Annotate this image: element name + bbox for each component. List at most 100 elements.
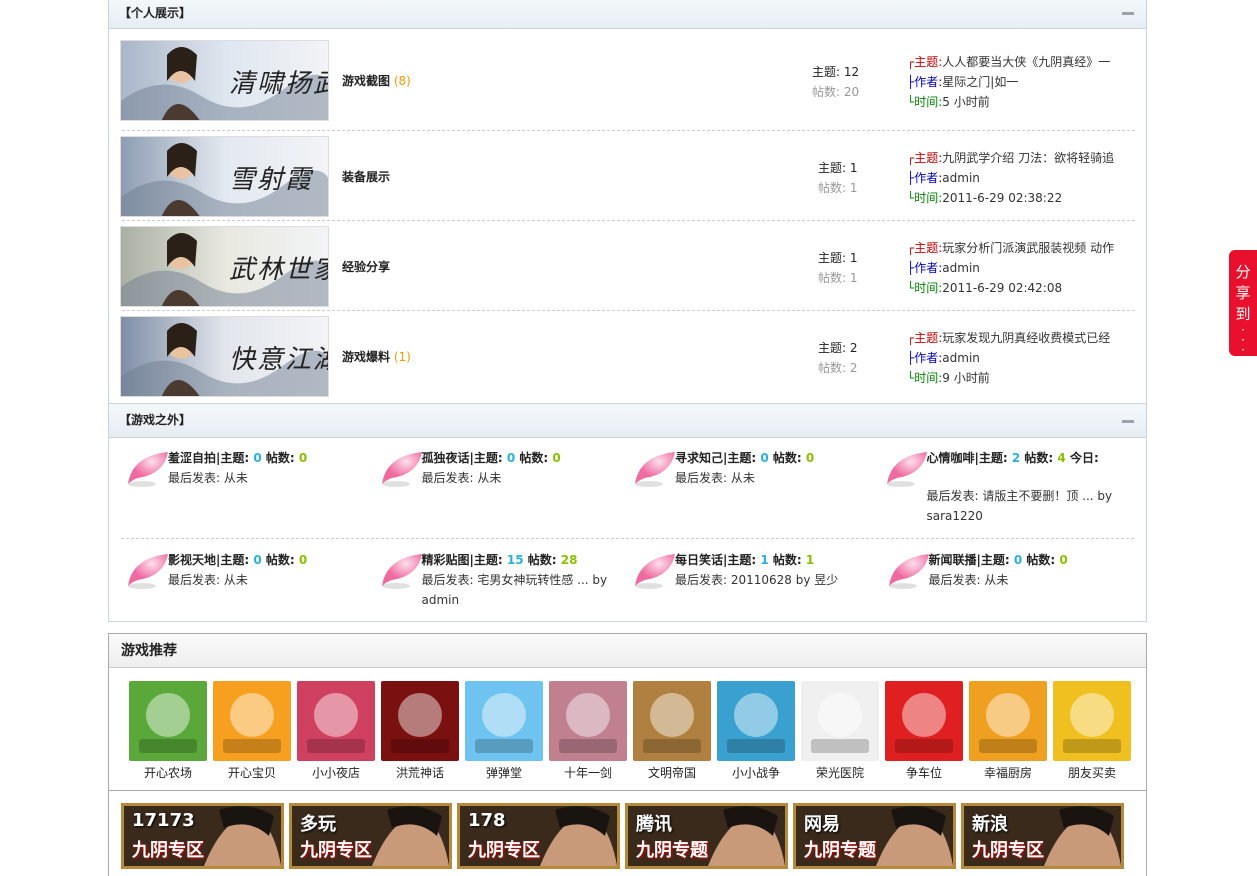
- topics-label: |主题:: [723, 553, 761, 567]
- board-grid: 羞涩自拍|主题: 0 帖数: 0 最后发表: 从未 孤独夜话|主题: 0 帖数: 0…: [109, 438, 1146, 621]
- friends-trade-icon[interactable]: [1053, 681, 1131, 761]
- game-label[interactable]: 文明帝国: [633, 764, 711, 781]
- bunny-icon[interactable]: [213, 681, 291, 761]
- forum-name-link[interactable]: 游戏爆料 (1): [342, 348, 411, 365]
- five-minutes-icon[interactable]: [129, 681, 207, 761]
- game-item[interactable]: 弹弹堂: [465, 681, 543, 781]
- forum-name-link[interactable]: 游戏截图 (8): [342, 72, 411, 89]
- zone-banner[interactable]: 网易 九阴专题: [793, 803, 956, 869]
- last-subject-value[interactable]: 人人都要当大侠《九阴真经》一: [942, 55, 1110, 69]
- zone-banner[interactable]: 178 九阴专区: [457, 803, 620, 869]
- petal-icon: [635, 554, 675, 589]
- ddt-icon[interactable]: [465, 681, 543, 761]
- game-item[interactable]: 开心宝贝: [213, 681, 291, 781]
- board-name-link[interactable]: 羞涩自拍: [168, 451, 216, 465]
- game-label[interactable]: 幸福厨房: [969, 764, 1047, 781]
- collapse-icon[interactable]: [1122, 12, 1134, 15]
- game-recommend-section: 游戏推荐 开心农场 开心宝贝 小小夜店 洪荒神话 弹弹堂 十年一剑 文明帝国 小小战争 荣光医院…: [108, 633, 1147, 791]
- board-name-link[interactable]: 新闻联播: [929, 553, 977, 567]
- topic-count: 0: [253, 451, 262, 465]
- last-post[interactable]: 最后发表: 从未: [422, 468, 622, 488]
- board-name-link[interactable]: 每日笑话: [675, 553, 723, 567]
- last-author-value[interactable]: admin: [942, 261, 980, 275]
- myth-icon[interactable]: [381, 681, 459, 761]
- last-post[interactable]: 最后发表: 从未: [929, 570, 1129, 590]
- forum-row: 雪射霞 装备展示 主题: 1 帖数: 1 ┌主题:九阴武学介绍 刀法：欲将轻骑追 ├作者:…: [120, 131, 1135, 221]
- game-label[interactable]: 朋友买卖: [1053, 764, 1131, 781]
- zone-title: 九阴专题: [636, 840, 708, 861]
- game-label[interactable]: 洪荒神话: [381, 764, 459, 781]
- parking-icon[interactable]: [885, 681, 963, 761]
- game-label[interactable]: 开心农场: [129, 764, 207, 781]
- share-button[interactable]: 分享到 · · ·: [1229, 250, 1257, 356]
- posts-label: 帖数:: [261, 451, 299, 465]
- zone-banner[interactable]: 17173 九阴专区: [121, 803, 284, 869]
- last-post[interactable]: 最后发表: 从未: [168, 570, 368, 590]
- forum-thumbnail[interactable]: 雪射霞: [120, 136, 329, 217]
- board-name-link[interactable]: 寻求知己: [675, 451, 723, 465]
- zone-title: 九阴专区: [972, 840, 1044, 861]
- petal-icon: [381, 554, 422, 589]
- zone-banner[interactable]: 新浪 九阴专区: [961, 803, 1124, 869]
- board-name-link[interactable]: 影视天地: [168, 553, 216, 567]
- game-item[interactable]: 小小夜店: [297, 681, 375, 781]
- game-item[interactable]: 朋友买卖: [1053, 681, 1131, 781]
- game-item[interactable]: 文明帝国: [633, 681, 711, 781]
- game-item[interactable]: 荣光医院: [801, 681, 879, 781]
- topic-count: 主题: 1: [818, 161, 858, 175]
- board-name-link[interactable]: 孤独夜话: [422, 451, 470, 465]
- game-label[interactable]: 弹弹堂: [465, 764, 543, 781]
- game-recommend-title: 游戏推荐: [109, 634, 1146, 668]
- zone-banner[interactable]: 腾讯 九阴专题: [625, 803, 788, 869]
- board-name-link[interactable]: 心情咖啡: [927, 451, 975, 465]
- last-subject-value[interactable]: 九阴武学介绍 刀法：欲将轻骑追: [942, 151, 1114, 165]
- zone-title: 九阴专区: [132, 840, 204, 861]
- last-author-label: ├作者:: [907, 261, 943, 275]
- game-label[interactable]: 荣光医院: [801, 764, 879, 781]
- last-author-value[interactable]: admin: [942, 171, 980, 185]
- game-item[interactable]: 十年一剑: [549, 681, 627, 781]
- game-item[interactable]: 争车位: [885, 681, 963, 781]
- war-icon[interactable]: [717, 681, 795, 761]
- game-label[interactable]: 小小战争: [717, 764, 795, 781]
- forum-thumbnail[interactable]: 清啸扬武: [120, 40, 329, 121]
- collapse-icon[interactable]: [1122, 420, 1134, 423]
- last-author-label: ├作者:: [907, 171, 943, 185]
- sword-icon[interactable]: [549, 681, 627, 761]
- last-post[interactable]: 最后发表: 从未: [168, 468, 368, 488]
- game-label[interactable]: 争车位: [885, 764, 963, 781]
- topics-label: |主题:: [216, 553, 254, 567]
- game-item[interactable]: 洪荒神话: [381, 681, 459, 781]
- topic-count: 0: [253, 553, 262, 567]
- empire-icon[interactable]: [633, 681, 711, 761]
- personal-section-title: 【个人展示】: [119, 6, 192, 20]
- board-name-link[interactable]: 精彩贴图: [422, 553, 470, 567]
- game-label[interactable]: 小小夜店: [297, 764, 375, 781]
- zone-banner[interactable]: 多玩 九阴专区: [289, 803, 452, 869]
- last-author-value[interactable]: 星际之门|如一: [942, 75, 1018, 89]
- game-item[interactable]: 开心农场: [129, 681, 207, 781]
- last-post[interactable]: 最后发表: 宅男女神玩转性感 ... by admin: [422, 570, 622, 610]
- last-author-value[interactable]: admin: [942, 351, 980, 365]
- forum-name-link[interactable]: 经验分享: [342, 258, 390, 275]
- kitchen-icon[interactable]: [969, 681, 1047, 761]
- game-label[interactable]: 十年一剑: [549, 764, 627, 781]
- topic-count: 1: [760, 553, 769, 567]
- last-post[interactable]: 最后发表: 从未: [675, 468, 875, 488]
- last-subject-value[interactable]: 玩家发现九阴真经收费模式已经: [942, 331, 1110, 345]
- forum-name-link[interactable]: 装备展示: [342, 168, 390, 185]
- hospital-icon[interactable]: [801, 681, 879, 761]
- forum-thumbnail[interactable]: 武林世家: [120, 226, 329, 307]
- forum-thumbnail[interactable]: 快意江湖: [120, 316, 329, 397]
- last-subject-value[interactable]: 玩家分析门派演武服装视频 动作: [942, 241, 1114, 255]
- topic-count: 主题: 12: [812, 65, 860, 79]
- game-item[interactable]: 小小战争: [717, 681, 795, 781]
- game-label[interactable]: 开心宝贝: [213, 764, 291, 781]
- petal-icon: [128, 554, 168, 589]
- post-count: 帖数: 1: [818, 181, 858, 195]
- last-post-info: ┌主题:九阴武学介绍 刀法：欲将轻骑追 ├作者:admin └时间:2011-6-2…: [907, 148, 1135, 208]
- game-item[interactable]: 幸福厨房: [969, 681, 1047, 781]
- nightclub-icon[interactable]: [297, 681, 375, 761]
- last-post[interactable]: 最后发表: 请版主不要删！顶 ... by sara1220: [927, 486, 1137, 526]
- last-post[interactable]: 最后发表: 20110628 by 昱少: [675, 570, 875, 590]
